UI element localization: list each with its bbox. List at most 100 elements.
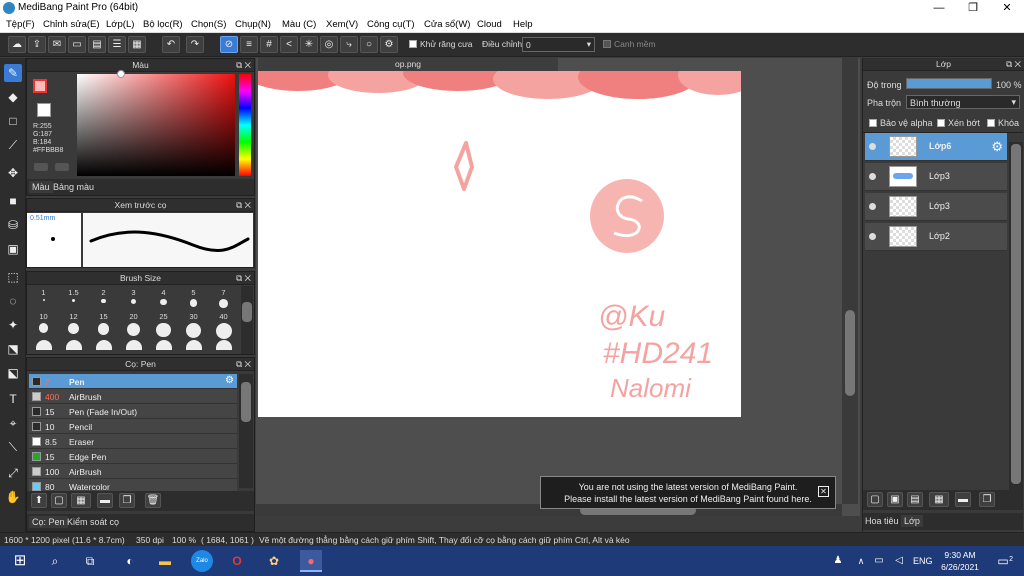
panel-float-close-icon[interactable]: ⧉ ✕ [236, 358, 251, 371]
duplicate-layer-icon[interactable]: ❐ [979, 492, 995, 507]
duplicate-icon[interactable]: ❐ [119, 493, 135, 508]
hue-slider[interactable] [239, 74, 251, 176]
blend-select[interactable]: Bình thường ▾ [906, 95, 1020, 109]
layer-menu-icon[interactable]: ▦ [929, 492, 949, 507]
page-icon[interactable]: ▤ [88, 36, 106, 53]
opacity-slider[interactable] [906, 78, 992, 89]
redo-icon[interactable]: ↷ [186, 36, 204, 53]
correction-select[interactable]: 0 ▾ [522, 37, 595, 52]
brush-item[interactable]: 15 Edge Pen [29, 449, 237, 464]
select-eraser-tool-icon[interactable]: ⬕ [4, 364, 22, 382]
brush-size-option[interactable]: 15 [89, 312, 118, 339]
paint-palette-icon[interactable]: ✿ [263, 550, 285, 572]
medibang-app-icon[interactable]: ● [300, 550, 322, 572]
foreground-color-swatch[interactable] [33, 79, 47, 93]
visibility-icon[interactable] [869, 233, 876, 240]
brush-item[interactable]: 8.5 Eraser [29, 434, 237, 449]
panel-float-close-icon[interactable]: ⧉ ✕ [236, 199, 251, 212]
brush-size-dot[interactable] [126, 340, 142, 350]
fill-rect-tool-icon[interactable]: ■ [4, 192, 22, 210]
grid-icon[interactable]: ▦ [128, 36, 146, 53]
brush-size-option[interactable]: 12 [59, 312, 88, 339]
brush-item[interactable]: 15 Pen (Fade In/Out) [29, 404, 237, 419]
opera-icon[interactable]: O [226, 550, 248, 572]
brush-size-option[interactable]: 25 [149, 312, 178, 339]
task-view-icon[interactable]: ⧉ [79, 550, 101, 572]
update-notice[interactable]: You are not using the latest version of … [540, 476, 836, 509]
saturation-value-picker[interactable] [77, 74, 235, 176]
snap-circle-icon[interactable]: ◎ [320, 36, 338, 53]
snap-radial-icon[interactable]: ✳ [300, 36, 318, 53]
language-indicator[interactable]: ENG [913, 556, 933, 566]
scroll-thumb[interactable] [241, 382, 251, 422]
brush-size-option[interactable]: 3 [119, 288, 148, 315]
brush-size-dot[interactable] [66, 340, 82, 350]
brush-size-option[interactable]: 1.5 [59, 288, 88, 315]
list-icon[interactable]: ☰ [108, 36, 126, 53]
file-explorer-icon[interactable]: ▬ [154, 550, 176, 572]
panel-float-close-icon[interactable]: ⧉ ✕ [1006, 58, 1021, 71]
new-8bit-layer-icon[interactable]: ▤ [907, 492, 923, 507]
document-tab[interactable]: op.png [258, 58, 558, 71]
tab-color[interactable]: Màu [29, 181, 53, 193]
snap-ellipse-icon[interactable]: ○ [360, 36, 378, 53]
search-icon[interactable]: ⌕ [44, 550, 66, 572]
lasso-tool-icon[interactable]: ◌ [4, 292, 22, 310]
notice-close-icon[interactable]: ✕ [818, 486, 829, 497]
comment-icon[interactable]: ✉ [48, 36, 66, 53]
folder-icon[interactable]: ▬ [97, 493, 113, 508]
brush-item[interactable]: 100 AirBrush [29, 464, 237, 479]
color-mode-button-2[interactable] [55, 163, 69, 171]
brush-size-option[interactable]: 2 [89, 288, 118, 315]
brush-item[interactable]: 7 Pen ⚙ [29, 374, 237, 389]
snap-parallel-icon[interactable]: ≡ [240, 36, 258, 53]
layer-row[interactable]: Lớp2 [865, 223, 1007, 251]
move-tool-icon[interactable]: ✥ [4, 164, 22, 182]
menu-layer[interactable]: Lớp(L) [106, 19, 134, 30]
soft-edge-checkbox[interactable]: Canh mềm [603, 39, 656, 49]
menu-edit[interactable]: Chỉnh sửa(E) [43, 19, 100, 30]
menu-capture[interactable]: Chụp(N) [235, 19, 271, 30]
tab-layer[interactable]: Lớp [901, 515, 923, 527]
snap-off-icon[interactable]: ⊘ [220, 36, 238, 53]
brush-size-dot[interactable] [156, 340, 172, 350]
brush-menu-icon[interactable]: ▦ [71, 493, 91, 508]
tab-brush[interactable]: Cọ: Pen [29, 516, 68, 528]
brush-size-option[interactable]: 4 [149, 288, 178, 315]
color-mode-button-1[interactable] [34, 163, 48, 171]
clock[interactable]: 9:30 AM 6/26/2021 [940, 549, 980, 573]
hand-tool-icon[interactable]: ✋ [4, 488, 22, 506]
layer-row[interactable]: Lớp3 [865, 193, 1007, 221]
eraser-tool-icon[interactable]: ◆ [4, 88, 22, 106]
minimize-button[interactable]: — [922, 0, 956, 16]
antialias-checkbox[interactable]: Khử răng cưa [409, 39, 473, 49]
tab-navigator[interactable]: Hoa tiêu [865, 516, 899, 526]
restore-button[interactable]: ❐ [956, 0, 990, 16]
clipping-checkbox[interactable]: Xén bớt [937, 118, 980, 128]
shape-tool-icon[interactable]: □ [4, 112, 22, 130]
edge-browser-icon[interactable]: ◐ [119, 550, 141, 572]
menu-filter[interactable]: Bộ lọc(R) [143, 19, 183, 30]
brush-size-dot[interactable] [216, 340, 232, 350]
menu-select[interactable]: Chọn(S) [191, 19, 226, 30]
menu-view[interactable]: Xem(V) [326, 19, 358, 30]
brush-size-dot[interactable] [96, 340, 112, 350]
tab-palette[interactable]: Bảng màu [53, 182, 94, 192]
divide-tool-icon[interactable]: ⟍ [4, 438, 22, 456]
brush-item[interactable]: 10 Pencil [29, 419, 237, 434]
add-brush-icon[interactable]: ⬆ [31, 493, 47, 508]
menu-help[interactable]: Help [513, 19, 533, 30]
people-icon[interactable]: ♟ [827, 550, 849, 572]
gear-icon[interactable]: ⚙ [991, 139, 1003, 155]
new-layer-icon[interactable]: ▢ [867, 492, 883, 507]
menu-tools[interactable]: Công cụ(T) [367, 19, 415, 30]
menu-cloud[interactable]: Cloud [477, 19, 502, 30]
new-halftone-layer-icon[interactable]: ▣ [887, 492, 903, 507]
brush-size-dot[interactable] [36, 340, 52, 350]
new-brush-icon[interactable]: ▢ [51, 493, 67, 508]
brush-size-option[interactable]: 40 [209, 312, 238, 339]
select-rect-tool-icon[interactable]: ⬚ [4, 268, 22, 286]
snap-grid-icon[interactable]: # [260, 36, 278, 53]
menu-window[interactable]: Cửa sổ(W) [424, 19, 470, 30]
eyedropper-tool-icon[interactable]: ⤢ [4, 464, 22, 482]
